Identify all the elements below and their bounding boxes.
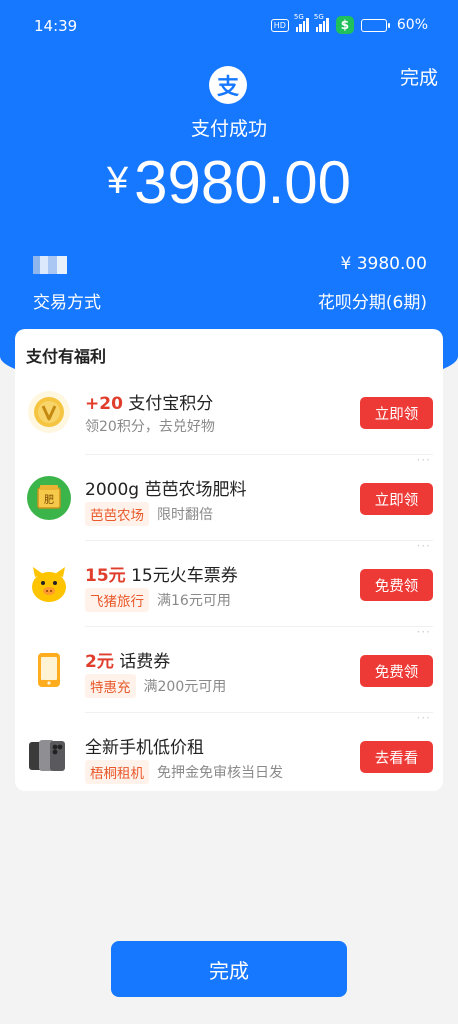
benefit-title: 15元 15元火车票券 (85, 566, 238, 586)
source-tag: 芭芭农场 (85, 502, 149, 526)
benefit-desc: 领20积分，去兑好物 (85, 419, 215, 435)
payment-success-title: 支付成功 (190, 118, 267, 140)
benefit-row[interactable]: ··· 2元 话费券 特惠充 满200元可用 免费领 (15, 625, 443, 713)
benefit-row[interactable]: ··· 全新手机低价租 梧桐租机 免押金免审核当日发 去看看 (15, 711, 443, 799)
phone-icon (26, 647, 72, 693)
status-time: 14:39 (34, 17, 78, 35)
benefit-desc: 飞猪旅行 满16元可用 (85, 588, 231, 612)
claim-train-coupon-button[interactable]: 免费领 (360, 569, 433, 601)
claim-points-button[interactable]: 立即领 (360, 397, 433, 429)
smartphone-product-icon (26, 733, 72, 779)
status-bar: 14:39 HD 5G 5G $ 60% (0, 0, 458, 54)
view-phone-rental-button[interactable]: 去看看 (360, 741, 433, 773)
signal-icon: 5G (294, 13, 309, 32)
more-dots-icon: ··· (416, 625, 431, 639)
signal-icon-2: 5G (314, 13, 329, 32)
status-icons: HD 5G 5G $ 60% (270, 13, 428, 34)
benefit-desc: 芭芭农场 限时翻倍 (85, 502, 213, 526)
benefits-title: 支付有福利 (26, 347, 107, 366)
hd-icon: HD (270, 18, 289, 32)
transaction-method-label: 交易方式 (33, 293, 101, 313)
claim-phone-coupon-button[interactable]: 免费领 (360, 655, 433, 687)
5g-label-2: 5G (313, 13, 324, 21)
currency-symbol: ¥ (106, 160, 129, 202)
more-dots-icon: ··· (416, 453, 431, 467)
benefit-row[interactable]: ··· 15元 15元火车票券 飞猪旅行 满16元可用 免费领 (15, 539, 443, 627)
source-tag: 梧桐租机 (85, 760, 149, 784)
benefit-desc: 梧桐租机 免押金免审核当日发 (85, 760, 283, 784)
benefit-row[interactable]: +20 支付宝积分 领20积分，去兑好物 立即领 (15, 369, 443, 455)
done-top-button[interactable]: 完成 (400, 63, 438, 90)
battery-percent: 60% (396, 17, 428, 33)
source-tag: 飞猪旅行 (85, 588, 149, 612)
done-button[interactable]: 完成 (111, 941, 347, 997)
svg-text:肥: 肥 (44, 494, 54, 506)
benefit-desc: 特惠充 满200元可用 (85, 674, 226, 698)
5g-label: 5G (293, 13, 304, 21)
amount-value: 3980.00 (134, 149, 352, 216)
more-dots-icon: ··· (416, 711, 431, 725)
source-tag: 特惠充 (85, 674, 136, 698)
info-amount: ¥ 3980.00 (340, 254, 427, 274)
payment-amount: ¥3980.00 (0, 148, 458, 217)
alipay-logo-icon: 支 (209, 66, 247, 104)
benefit-title: 2元 话费券 (85, 652, 171, 672)
blurred-thumbnail (33, 256, 67, 274)
battery-icon (360, 18, 390, 32)
claim-fertilizer-button[interactable]: 立即领 (360, 483, 433, 515)
benefit-title: 2000g 芭芭农场肥料 (85, 480, 247, 500)
transaction-method-value: 花呗分期(6期) (317, 293, 427, 313)
benefit-title: 全新手机低价租 (85, 738, 204, 758)
coin-v-icon (26, 389, 72, 435)
fliggy-pig-icon (26, 561, 72, 607)
benefit-row[interactable]: ··· 肥 2000g 芭芭农场肥料 芭芭农场 限时翻倍 立即领 (15, 453, 443, 541)
benefits-card: 支付有福利 +20 支付宝积分 领20积分，去兑好物 立即领 ··· 肥 200… (15, 329, 443, 791)
more-dots-icon: ··· (416, 539, 431, 553)
payment-shield-icon: $ (335, 16, 354, 34)
benefit-title: +20 支付宝积分 (85, 394, 214, 414)
fertilizer-bag-icon: 肥 (26, 475, 72, 521)
